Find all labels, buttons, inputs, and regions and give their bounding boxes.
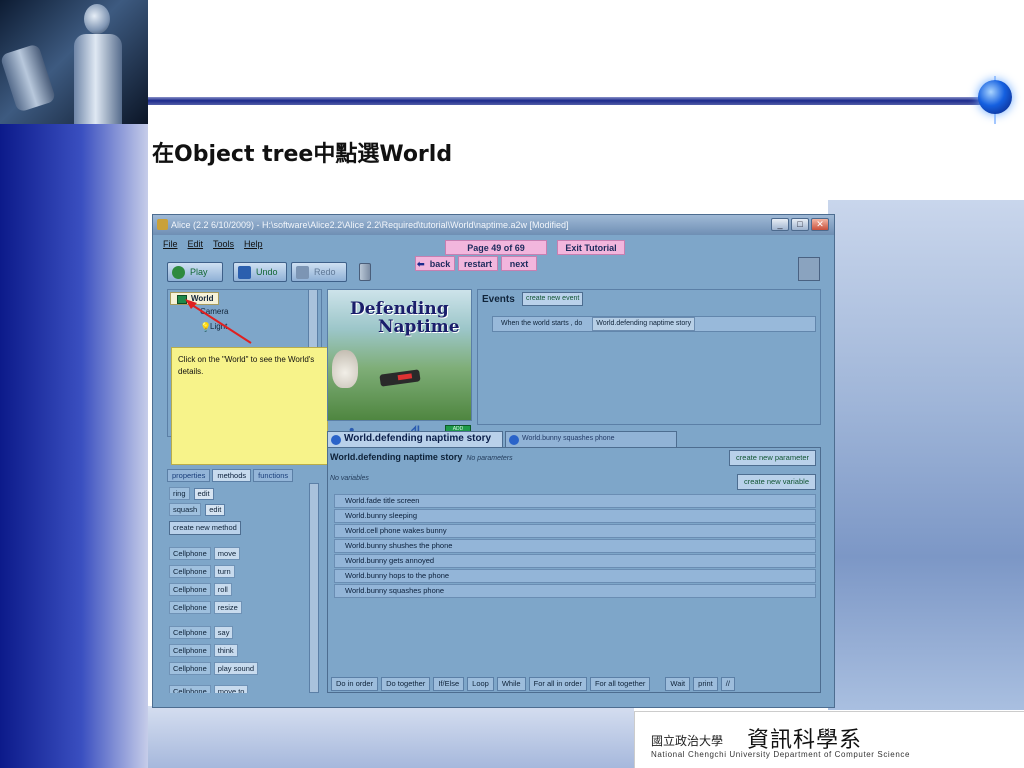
statement-cell-phone-wakes-bunny[interactable]: World.cell phone wakes bunny (334, 524, 816, 538)
while-tile[interactable]: While (496, 677, 526, 691)
method-cellphone-turn[interactable]: Cellphone turn (169, 565, 235, 578)
scene-title-text: Defending Naptime (350, 299, 460, 337)
events-label: Events (482, 294, 515, 305)
create-new-event-button[interactable]: create new event (522, 292, 584, 306)
tab-bunny-squashes-phone[interactable]: World.bunny squashes phone (505, 431, 677, 447)
background-bottom (148, 706, 634, 768)
menu-help[interactable]: Help (244, 239, 263, 249)
statement-bunny-sleeping[interactable]: World.bunny sleeping (334, 509, 816, 523)
undo-icon (238, 266, 251, 279)
menu-tools[interactable]: Tools (213, 239, 234, 249)
print-tile[interactable]: print (693, 677, 718, 691)
trash-icon[interactable] (359, 263, 371, 281)
method-cellphone-move[interactable]: Cellphone move (169, 547, 241, 560)
if-else-tile[interactable]: If/Else (433, 677, 465, 691)
slide-title: 在Object tree中點選World (152, 142, 453, 167)
alice-app-icon (157, 219, 168, 230)
create-new-parameter-button[interactable]: create new parameter (729, 450, 816, 466)
statement-fade-title-screen[interactable]: World.fade title screen (334, 494, 816, 508)
redo-button[interactable]: Redo (291, 262, 347, 282)
for-all-in-order-tile[interactable]: For all in order (528, 677, 587, 691)
redo-icon (296, 266, 309, 279)
tab-defending-naptime-story[interactable]: World.defending naptime story (327, 431, 503, 447)
cellphone-object (379, 369, 421, 387)
tutorial-tooltip: Click on the "World" to see the World's … (171, 347, 328, 465)
method-cellphone-resize[interactable]: Cellphone resize (169, 601, 242, 614)
no-variables-label: No variables (330, 475, 369, 482)
undo-button[interactable]: Undo (233, 262, 287, 282)
maximize-button[interactable]: □ (791, 218, 809, 231)
create-new-variable-button[interactable]: create new variable (736, 474, 816, 490)
bunny-object (332, 350, 358, 388)
menu-bar: File Edit Tools Help (163, 239, 263, 249)
method-cellphone-roll[interactable]: Cellphone roll (169, 583, 232, 596)
tab-functions[interactable]: functions (253, 469, 294, 482)
play-button[interactable]: Play (167, 262, 223, 282)
method-ring[interactable]: ring edit (169, 487, 214, 500)
header-rule (148, 97, 986, 105)
methods-scrollbar[interactable] (309, 483, 319, 693)
event-handler-dropdown[interactable]: World.defending naptime story (592, 317, 696, 331)
method-header: World.defending naptime story No paramete… (330, 452, 513, 462)
exit-tutorial-button[interactable]: Exit Tutorial (557, 240, 625, 255)
logo-university-name: 國立政治大學 (651, 734, 724, 748)
edit-button[interactable]: edit (193, 488, 214, 500)
method-squash[interactable]: squash edit (169, 503, 226, 516)
menu-file[interactable]: File (163, 239, 178, 249)
blue-orb-icon (978, 80, 1012, 114)
tutorial-back-button[interactable]: ⬅ back (415, 256, 455, 271)
robot-arm (0, 43, 57, 113)
statement-bunny-hops-to-phone[interactable]: World.bunny hops to the phone (334, 569, 816, 583)
tutorial-next-button[interactable]: next (501, 256, 537, 271)
statement-bunny-squashes-phone[interactable]: World.bunny squashes phone (334, 584, 816, 598)
edit-button[interactable]: edit (205, 504, 226, 516)
do-in-order-tile[interactable]: Do in order (331, 677, 379, 691)
window-title: Alice (2.2 6/10/2009) - H:\software\Alic… (171, 220, 569, 230)
statement-list: World.fade title screen World.bunny slee… (334, 494, 816, 599)
play-icon (172, 266, 185, 279)
robot-photo (0, 0, 148, 124)
robot-head (84, 4, 110, 34)
window-titlebar: Alice (2.2 6/10/2009) - H:\software\Alic… (153, 215, 834, 235)
pointer-arrow-icon (185, 299, 252, 344)
methods-list: ring edit squash edit create new method Ce… (167, 483, 319, 693)
event-world-starts[interactable]: When the world starts , do World.defendi… (492, 316, 816, 332)
logo-english-name: National Chengchi University Department … (651, 750, 911, 759)
university-logo: 國立政治大學 資訊科學系 National Chengchi Universit… (634, 711, 1024, 768)
loop-tile[interactable]: Loop (467, 677, 494, 691)
close-button[interactable]: ✕ (811, 218, 829, 231)
minimize-button[interactable]: _ (771, 218, 789, 231)
events-panel: Events create new event When the world s… (477, 289, 821, 425)
method-editor: World.defending naptime story No paramete… (327, 447, 821, 693)
control-structures-bar: Do in order Do together If/Else Loop Whi… (327, 677, 821, 693)
method-globe-icon (509, 435, 519, 445)
background-right (828, 200, 1024, 710)
world-view[interactable]: Defending Naptime (327, 289, 472, 421)
method-cellphone-say[interactable]: Cellphone say (169, 626, 234, 639)
menu-edit[interactable]: Edit (188, 239, 204, 249)
method-cellphone-think[interactable]: Cellphone think (169, 644, 238, 657)
details-tabs: properties methods functions (167, 469, 294, 482)
method-globe-icon (331, 435, 341, 445)
method-cellphone-play-sound[interactable]: Cellphone play sound (169, 662, 259, 675)
comment-tile[interactable]: // (720, 677, 735, 691)
alice-window: Alice (2.2 6/10/2009) - H:\software\Alic… (152, 214, 835, 708)
back-arrow-icon: ⬅ (417, 259, 425, 269)
clipboard-icon[interactable] (798, 257, 820, 281)
method-cellphone-move-to[interactable]: Cellphone move to (169, 685, 249, 693)
statement-bunny-shushes-phone[interactable]: World.bunny shushes the phone (334, 539, 816, 553)
tab-methods[interactable]: methods (212, 469, 252, 482)
tutorial-page-indicator: Page 49 of 69 (445, 240, 547, 255)
tab-properties[interactable]: properties (167, 469, 211, 482)
robot-body (74, 34, 122, 124)
for-all-together-tile[interactable]: For all together (589, 677, 651, 691)
statement-bunny-gets-annoyed[interactable]: World.bunny gets annoyed (334, 554, 816, 568)
wait-tile[interactable]: Wait (665, 677, 691, 691)
create-new-method-button[interactable]: create new method (169, 521, 241, 535)
do-together-tile[interactable]: Do together (381, 677, 431, 691)
tutorial-restart-button[interactable]: restart (458, 256, 498, 271)
